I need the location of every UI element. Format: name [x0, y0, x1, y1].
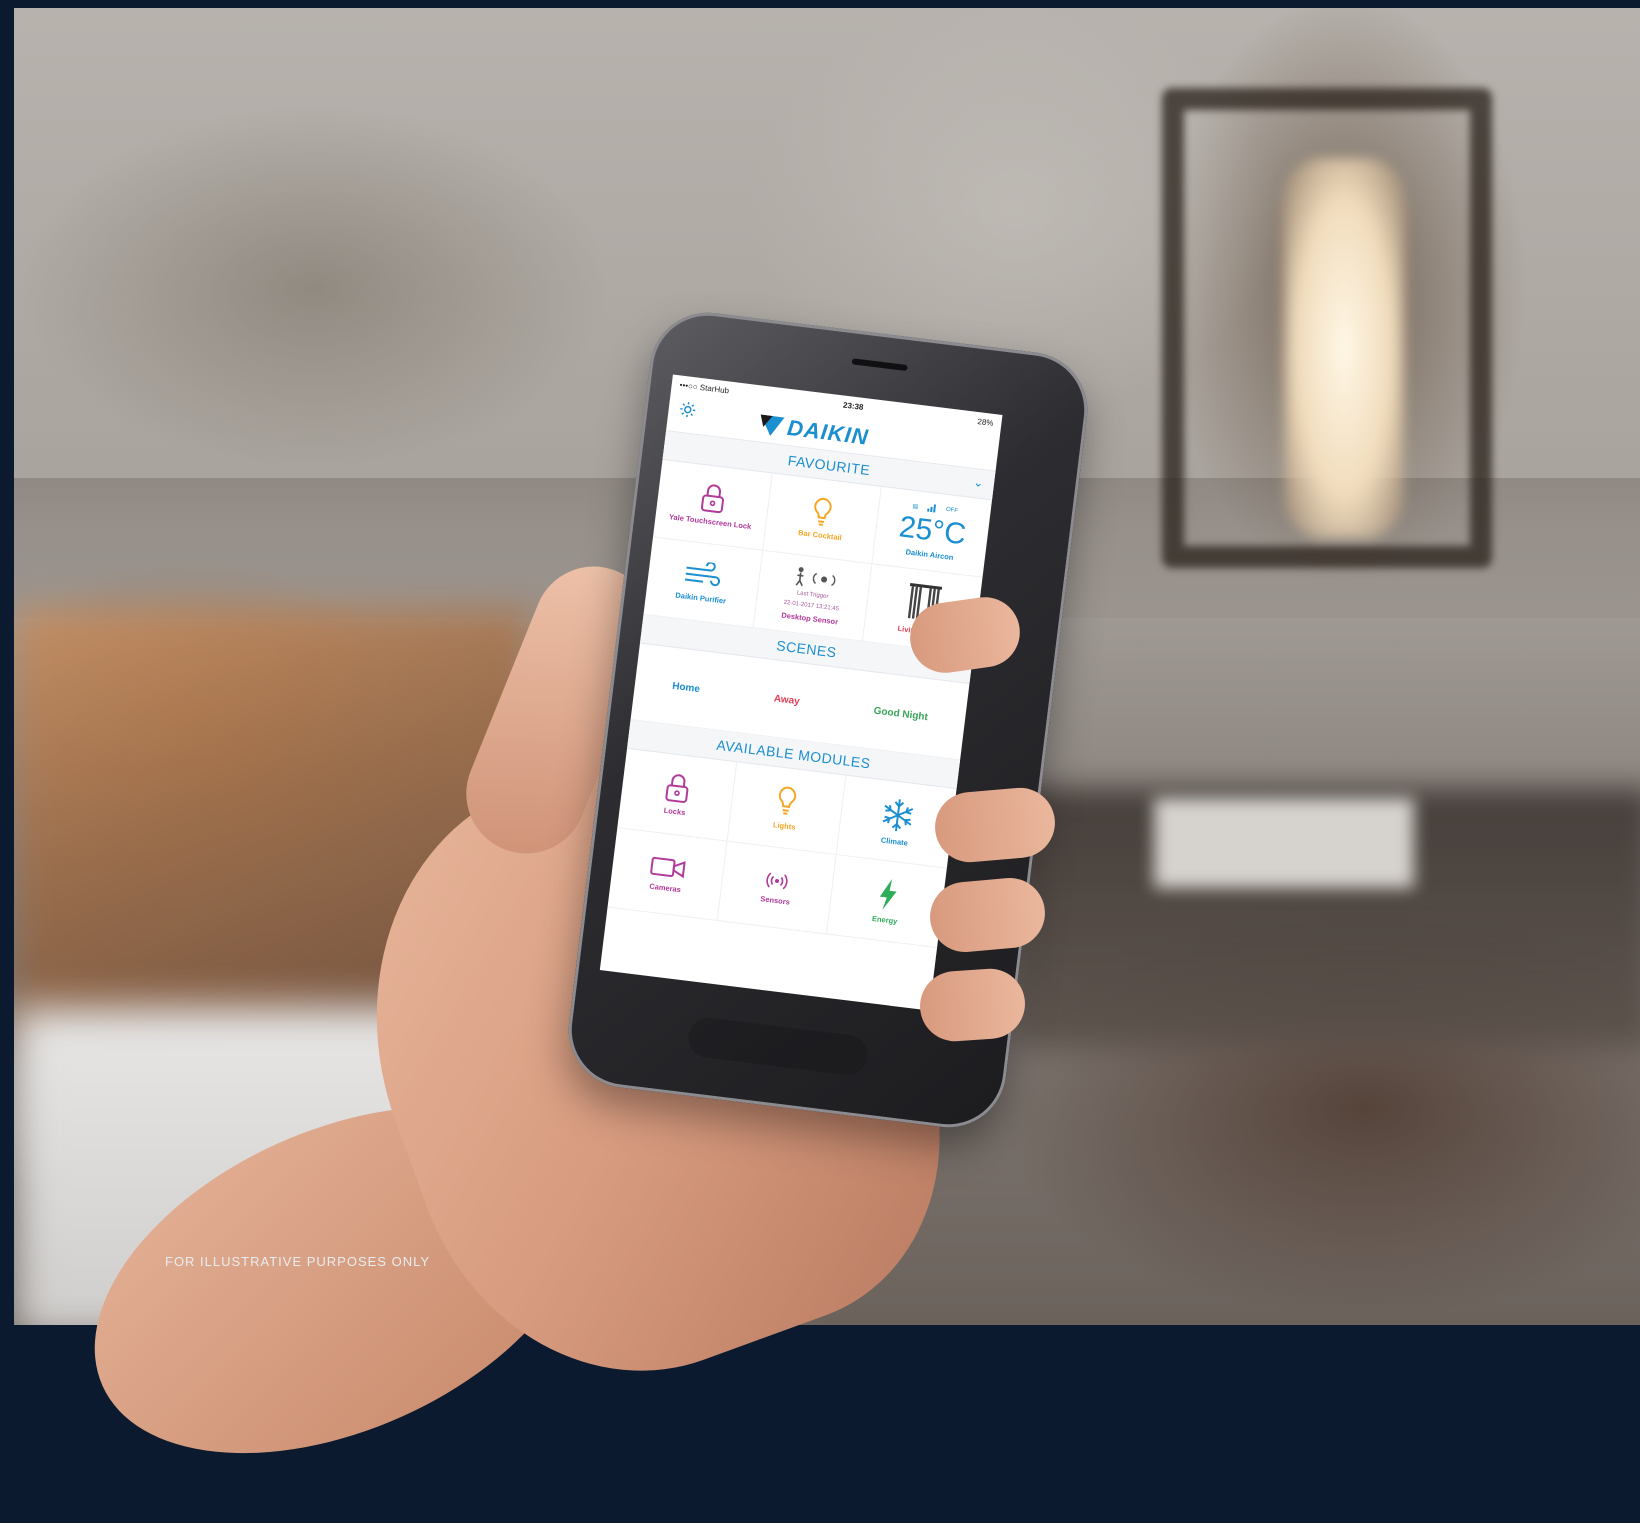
tile-label: Bar Cocktail — [797, 528, 843, 543]
signal-icon — [927, 504, 937, 513]
module-cameras[interactable]: Cameras — [607, 828, 728, 922]
last-trigger-label: Last Trigger — [796, 590, 829, 601]
lightbulb-icon — [814, 497, 833, 526]
aircon-status: OFF — [945, 506, 959, 515]
tile-label: Locks — [663, 805, 686, 818]
motion-sensor-icon — [796, 567, 836, 587]
padlock-icon — [665, 774, 689, 803]
tile-label: Daikin Purifier — [674, 590, 727, 606]
scene-good-night-button[interactable]: Good Night — [873, 705, 928, 723]
aircon-mode-icon: ▤ — [912, 503, 919, 510]
temperature-readout: 25°C — [897, 510, 968, 552]
tile-label: Yale Touchscreen Lock — [668, 512, 752, 532]
padlock-icon — [700, 484, 724, 514]
favourite-tile-aircon[interactable]: ▤ OFF 25°C Daikin Aircon — [872, 486, 992, 578]
favourite-title: FAVOURITE — [786, 452, 872, 479]
module-sensors[interactable]: Sensors — [717, 841, 837, 935]
module-energy[interactable]: Energy — [827, 855, 947, 948]
favourite-tile-desktop-sensor[interactable]: Last Trigger 22-01-2017 13:21:45 Desktop… — [753, 550, 873, 642]
scene-home-button[interactable]: Home — [672, 680, 701, 694]
favourite-tile-lock[interactable]: Yale Touchscreen Lock — [652, 459, 773, 551]
tile-label: Cameras — [648, 881, 682, 895]
brand-text: DAIKIN — [785, 414, 871, 450]
tile-label: Lights — [772, 820, 796, 832]
tile-label: Energy — [871, 913, 898, 926]
chevron-down-icon[interactable]: ⌄ — [973, 475, 985, 490]
favourite-tile-bar-cocktail[interactable]: Bar Cocktail — [762, 473, 883, 565]
module-locks[interactable]: Locks — [617, 748, 737, 842]
tile-label: Daikin Aircon — [905, 547, 954, 563]
lightbulb-icon — [779, 786, 797, 815]
lightning-bolt-icon — [879, 878, 897, 910]
favourite-tile-purifier[interactable]: Daikin Purifier — [643, 537, 763, 629]
sensor-waves-icon — [766, 872, 789, 890]
tile-label: Climate — [880, 835, 909, 848]
snowflake-icon — [882, 799, 913, 832]
module-lights[interactable]: Lights — [727, 762, 847, 856]
daikin-logo-mark — [760, 414, 785, 436]
battery-text: 28% — [976, 416, 994, 428]
tile-label: Sensors — [759, 894, 791, 907]
scenes-title: SCENES — [775, 637, 838, 661]
phone-speaker — [851, 358, 908, 372]
wall-lamp-glow — [1284, 158, 1404, 538]
video-camera-icon — [650, 856, 686, 879]
clock-text: 23:38 — [842, 400, 865, 412]
scene-away-button[interactable]: Away — [773, 693, 800, 707]
phone-bottom-bezel — [686, 1015, 870, 1078]
illustrative-caption: FOR ILLUSTRATIVE PURPOSES ONLY — [165, 1254, 431, 1269]
gear-icon[interactable] — [678, 400, 698, 420]
tile-label: Desktop Sensor — [780, 610, 839, 627]
wind-icon — [684, 561, 720, 587]
book — [1154, 798, 1414, 888]
